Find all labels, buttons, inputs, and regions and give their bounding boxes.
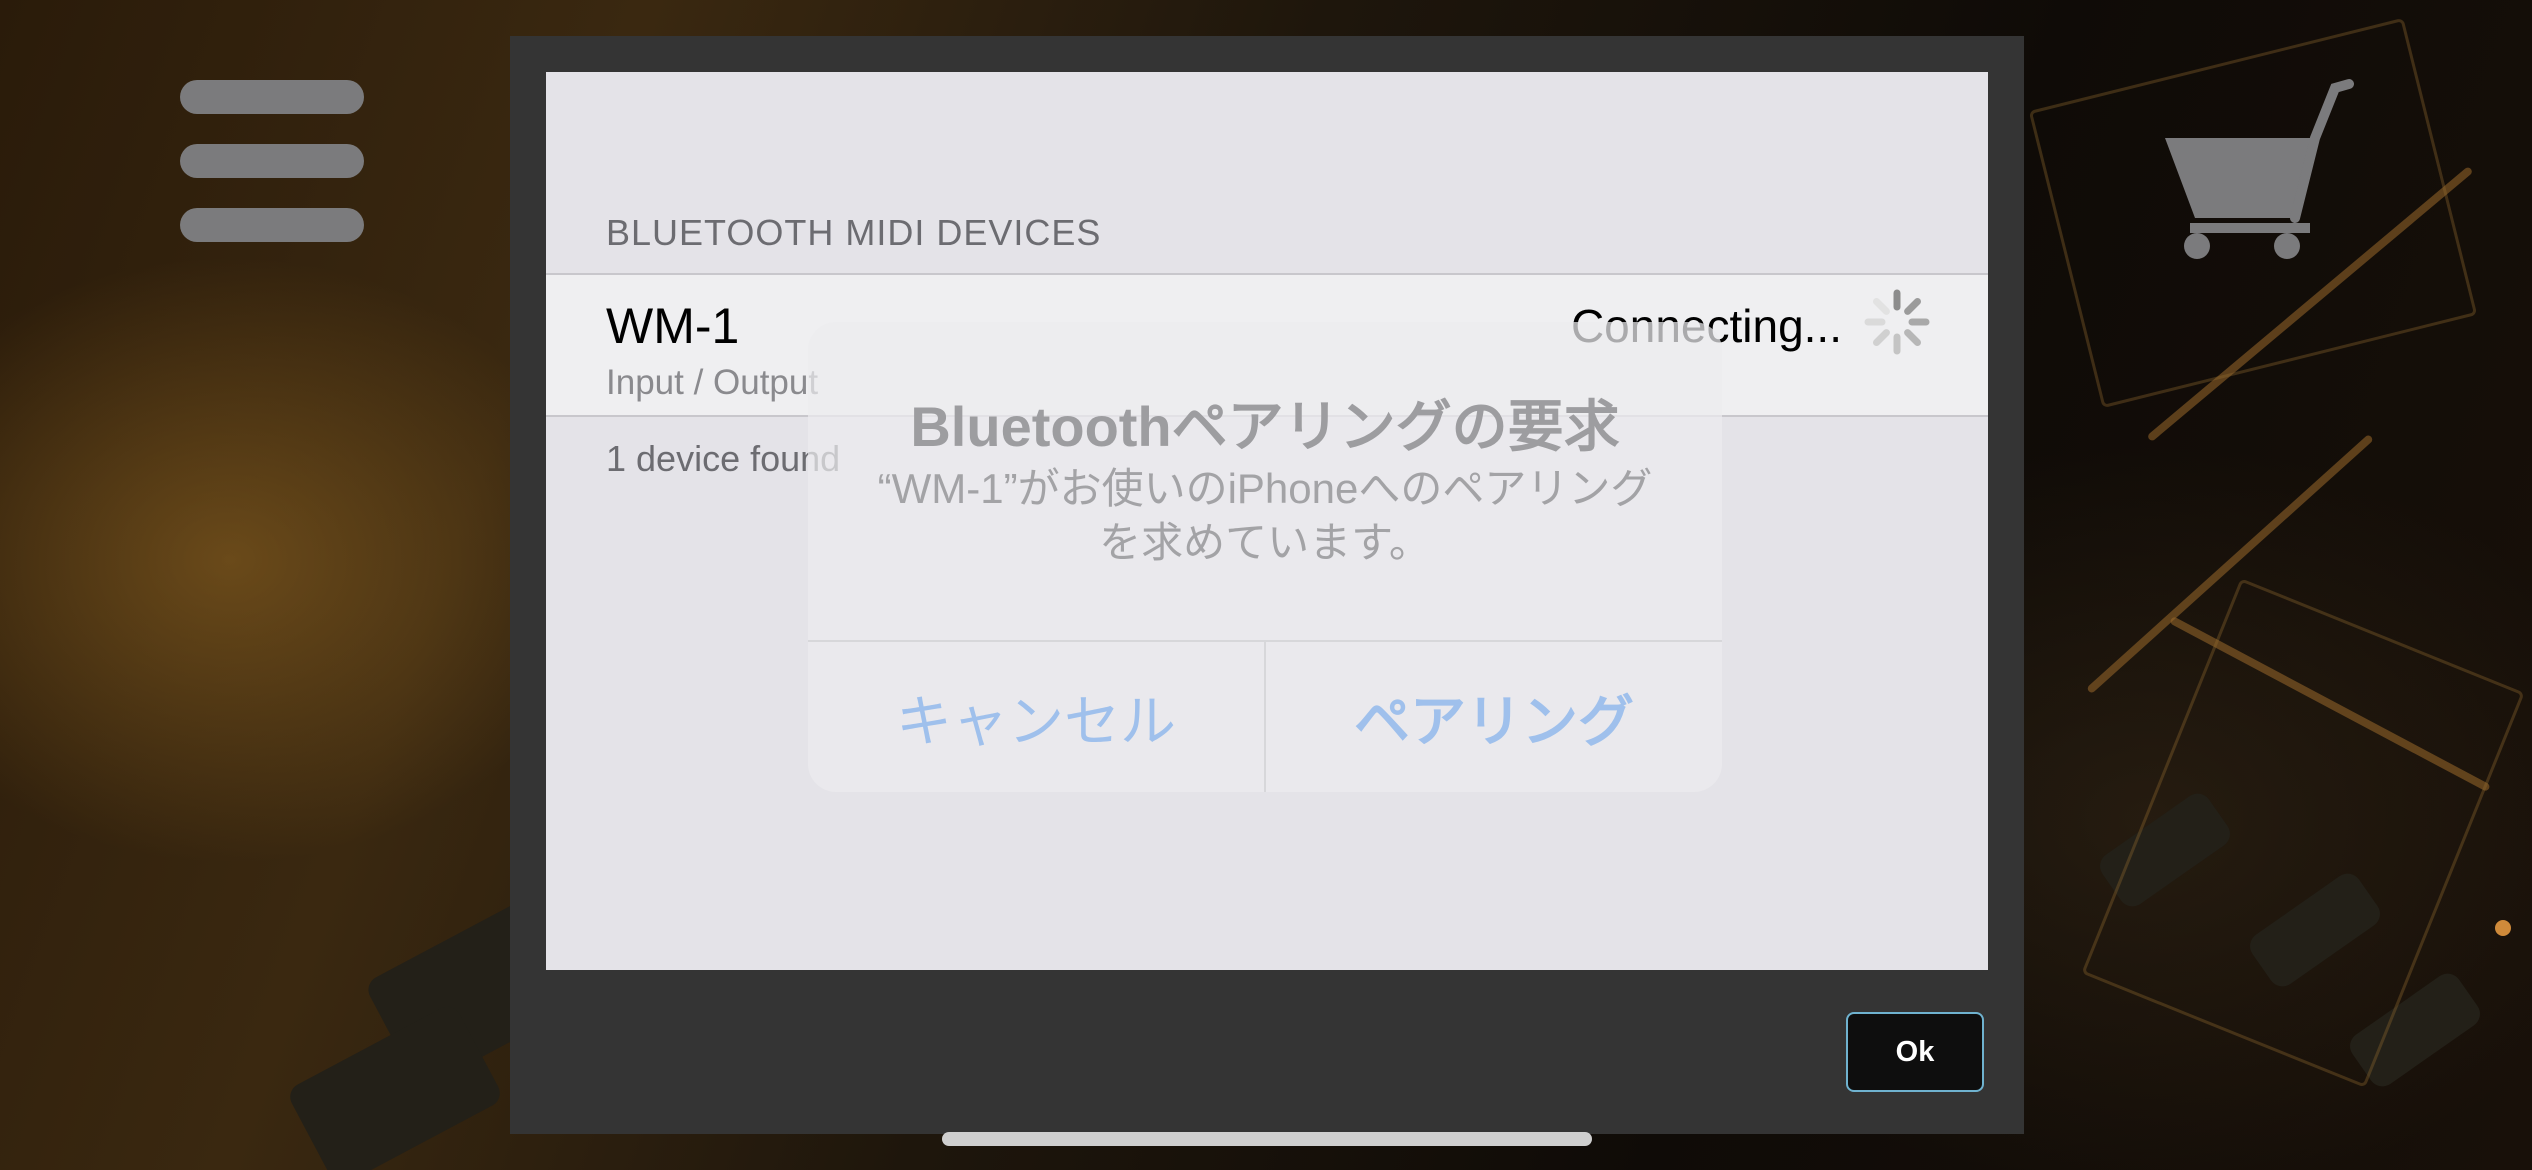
alert-title: Bluetoothペアリングの要求 bbox=[910, 395, 1620, 458]
hamburger-icon bbox=[180, 80, 364, 114]
device-type: Input / Output bbox=[606, 363, 819, 402]
device-count: 1 device found bbox=[606, 438, 841, 479]
menu-button[interactable] bbox=[180, 80, 364, 244]
pairing-request-alert: Bluetoothペアリングの要求 “WM-1”がお使いのiPhoneへのペアリ… bbox=[808, 322, 1722, 792]
home-indicator[interactable] bbox=[942, 1132, 1592, 1146]
ok-button[interactable]: Ok bbox=[1846, 1012, 1984, 1092]
cart-icon bbox=[2165, 79, 2354, 259]
alert-message: “WM-1”がお使いのiPhoneへのペアリング を求めています。 bbox=[848, 462, 1682, 570]
pair-button[interactable]: ペアリング bbox=[1266, 642, 1722, 792]
spinner-icon bbox=[1864, 289, 1930, 355]
alert-message-line: “WM-1”がお使いのiPhoneへのペアリング bbox=[877, 465, 1653, 512]
section-header: BLUETOOTH MIDI DEVICES bbox=[606, 212, 1102, 253]
page-indicator-dot bbox=[2495, 920, 2511, 936]
cart-button[interactable] bbox=[2165, 78, 2355, 268]
cancel-button[interactable]: キャンセル bbox=[808, 642, 1264, 792]
alert-message-line: を求めています。 bbox=[1099, 519, 1431, 566]
device-name: WM-1 bbox=[606, 298, 740, 354]
